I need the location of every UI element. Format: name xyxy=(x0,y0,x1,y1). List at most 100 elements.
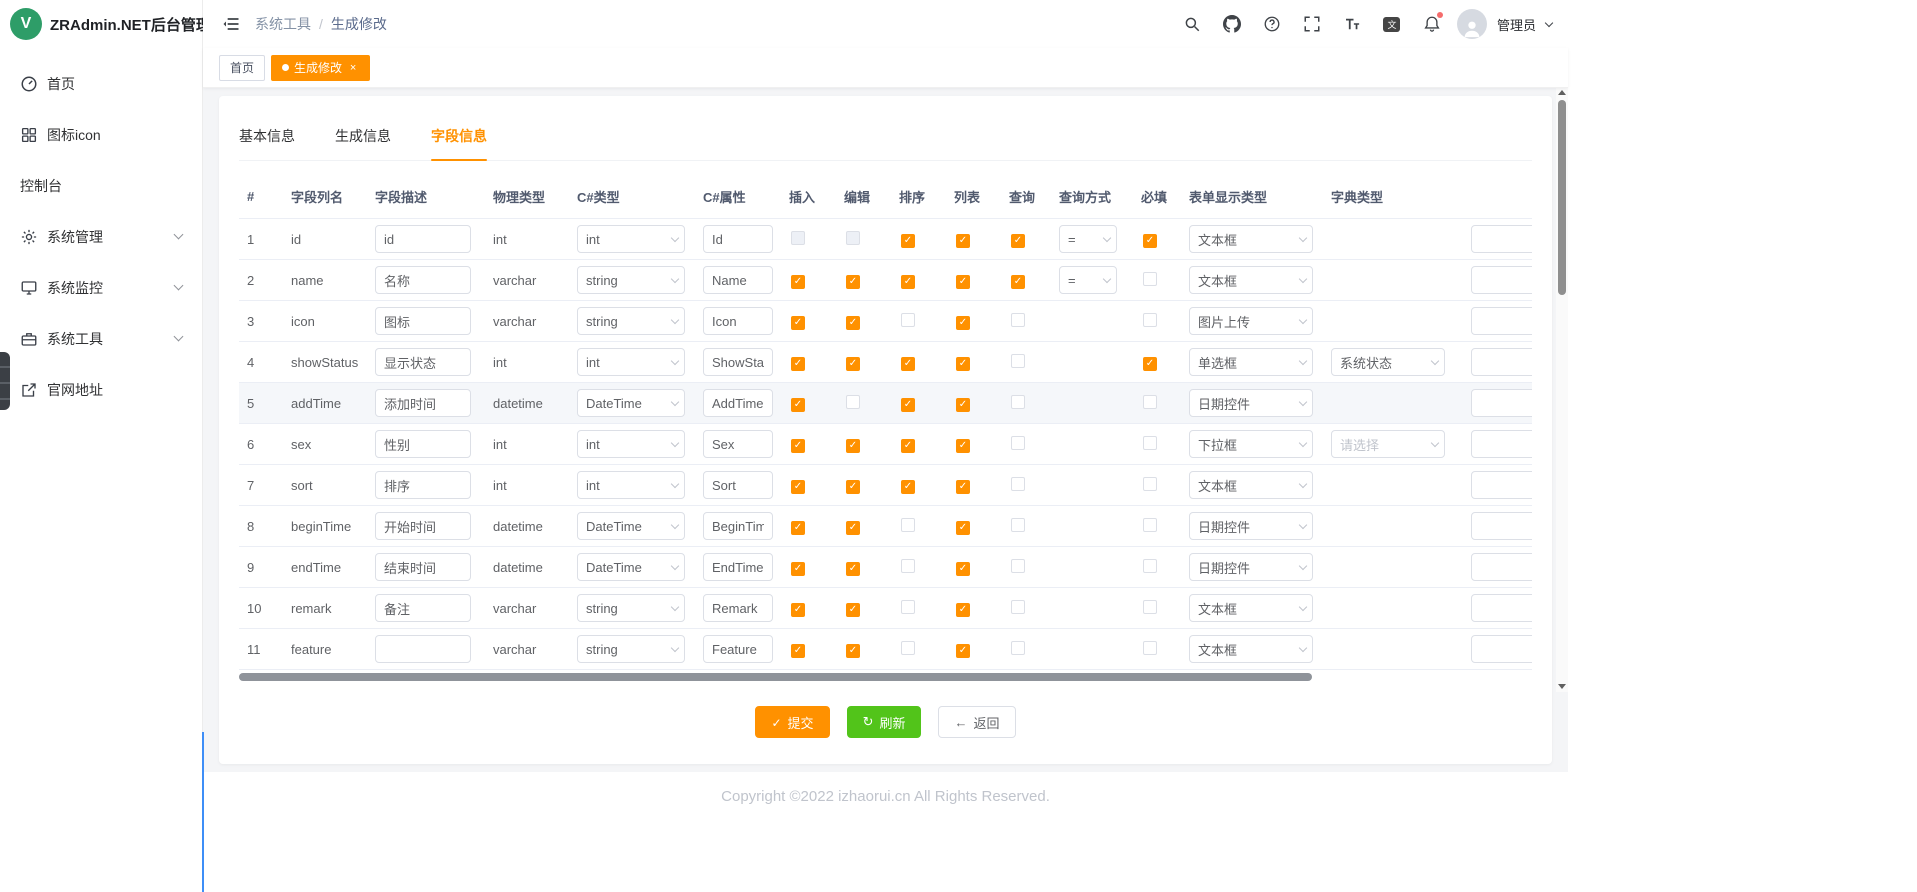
required-checkbox[interactable] xyxy=(1143,395,1157,409)
tag-home[interactable]: 首页 xyxy=(219,55,265,81)
query-checkbox[interactable] xyxy=(1011,436,1025,450)
display-type-select[interactable]: 单选框 xyxy=(1189,348,1313,376)
edit-checkbox[interactable]: ✓ xyxy=(846,644,860,658)
list-checkbox[interactable]: ✓ xyxy=(956,234,970,248)
csharp-property-input[interactable] xyxy=(703,471,773,499)
query-checkbox[interactable] xyxy=(1011,518,1025,532)
help-icon[interactable] xyxy=(1257,9,1287,39)
font-size-icon[interactable] xyxy=(1337,9,1367,39)
list-checkbox[interactable]: ✓ xyxy=(956,357,970,371)
edit-checkbox[interactable]: ✓ xyxy=(846,603,860,617)
list-checkbox[interactable]: ✓ xyxy=(956,562,970,576)
field-desc-input[interactable] xyxy=(375,635,471,663)
edit-checkbox[interactable]: ✓ xyxy=(846,562,860,576)
query-checkbox[interactable] xyxy=(1011,395,1025,409)
refresh-button[interactable]: 刷新 xyxy=(847,706,922,738)
insert-checkbox[interactable]: ✓ xyxy=(791,357,805,371)
settings-drawer-handle[interactable] xyxy=(0,352,10,410)
tab-generate-info[interactable]: 生成信息 xyxy=(335,116,391,160)
csharp-property-input[interactable] xyxy=(703,225,773,253)
sort-checkbox[interactable]: ✓ xyxy=(901,439,915,453)
close-icon[interactable] xyxy=(347,62,359,74)
csharp-type-select[interactable]: string xyxy=(577,594,685,622)
insert-checkbox[interactable]: ✓ xyxy=(791,480,805,494)
edit-checkbox[interactable]: ✓ xyxy=(846,439,860,453)
extra-input[interactable] xyxy=(1471,635,1532,663)
edit-checkbox[interactable] xyxy=(846,395,860,409)
sort-checkbox[interactable]: ✓ xyxy=(901,398,915,412)
bell-icon[interactable] xyxy=(1417,9,1447,39)
sort-checkbox[interactable] xyxy=(901,641,915,655)
edit-checkbox[interactable]: ✓ xyxy=(846,357,860,371)
required-checkbox[interactable] xyxy=(1143,518,1157,532)
sort-checkbox[interactable]: ✓ xyxy=(901,275,915,289)
insert-checkbox[interactable]: ✓ xyxy=(791,275,805,289)
display-type-select[interactable]: 文本框 xyxy=(1189,594,1313,622)
edit-checkbox[interactable] xyxy=(846,231,860,245)
extra-input[interactable] xyxy=(1471,307,1532,335)
csharp-type-select[interactable]: DateTime xyxy=(577,512,685,540)
extra-input[interactable] xyxy=(1471,225,1532,253)
edit-checkbox[interactable]: ✓ xyxy=(846,316,860,330)
query-checkbox[interactable]: ✓ xyxy=(1011,234,1025,248)
app-logo[interactable]: V ZRAdmin.NET后台管理 xyxy=(0,0,202,48)
insert-checkbox[interactable]: ✓ xyxy=(791,316,805,330)
field-desc-input[interactable] xyxy=(375,266,471,294)
field-desc-input[interactable] xyxy=(375,307,471,335)
required-checkbox[interactable] xyxy=(1143,272,1157,286)
extra-input[interactable] xyxy=(1471,512,1532,540)
extra-input[interactable] xyxy=(1471,594,1532,622)
list-checkbox[interactable]: ✓ xyxy=(956,439,970,453)
tab-basic-info[interactable]: 基本信息 xyxy=(239,116,295,160)
extra-input[interactable] xyxy=(1471,389,1532,417)
display-type-select[interactable]: 日期控件 xyxy=(1189,389,1313,417)
csharp-property-input[interactable] xyxy=(703,430,773,458)
field-desc-input[interactable] xyxy=(375,594,471,622)
sidebar-item-system-monitor[interactable]: 系统监控 xyxy=(0,262,202,313)
sidebar-item-official-site[interactable]: 官网地址 xyxy=(0,364,202,415)
scroll-down-arrow[interactable] xyxy=(1556,680,1568,692)
csharp-type-select[interactable]: int xyxy=(577,430,685,458)
query-checkbox[interactable] xyxy=(1011,313,1025,327)
edit-checkbox[interactable]: ✓ xyxy=(846,521,860,535)
dict-type-select[interactable]: 请选择 xyxy=(1331,430,1445,458)
insert-checkbox[interactable]: ✓ xyxy=(791,603,805,617)
csharp-type-select[interactable]: int xyxy=(577,348,685,376)
display-type-select[interactable]: 日期控件 xyxy=(1189,512,1313,540)
required-checkbox[interactable] xyxy=(1143,436,1157,450)
extra-input[interactable] xyxy=(1471,471,1532,499)
fullscreen-icon[interactable] xyxy=(1297,9,1327,39)
edit-checkbox[interactable]: ✓ xyxy=(846,275,860,289)
required-checkbox[interactable]: ✓ xyxy=(1143,234,1157,248)
tag-active[interactable]: 生成修改 xyxy=(271,55,370,81)
field-desc-input[interactable] xyxy=(375,512,471,540)
sort-checkbox[interactable] xyxy=(901,313,915,327)
required-checkbox[interactable] xyxy=(1143,559,1157,573)
csharp-type-select[interactable]: string xyxy=(577,307,685,335)
list-checkbox[interactable]: ✓ xyxy=(956,603,970,617)
list-checkbox[interactable]: ✓ xyxy=(956,275,970,289)
csharp-property-input[interactable] xyxy=(703,512,773,540)
csharp-property-input[interactable] xyxy=(703,348,773,376)
display-type-select[interactable]: 文本框 xyxy=(1189,471,1313,499)
query-method-select[interactable]: = xyxy=(1059,225,1117,253)
list-checkbox[interactable]: ✓ xyxy=(956,480,970,494)
list-checkbox[interactable]: ✓ xyxy=(956,644,970,658)
csharp-property-input[interactable] xyxy=(703,389,773,417)
extra-input[interactable] xyxy=(1471,430,1532,458)
field-desc-input[interactable] xyxy=(375,348,471,376)
field-desc-input[interactable] xyxy=(375,553,471,581)
sort-checkbox[interactable]: ✓ xyxy=(901,480,915,494)
horizontal-scrollbar-thumb[interactable] xyxy=(239,673,1312,681)
list-checkbox[interactable]: ✓ xyxy=(956,521,970,535)
sidebar-item-system-admin[interactable]: 系统管理 xyxy=(0,211,202,262)
insert-checkbox[interactable]: ✓ xyxy=(791,398,805,412)
list-checkbox[interactable]: ✓ xyxy=(956,398,970,412)
field-desc-input[interactable] xyxy=(375,225,471,253)
sidebar-item-console[interactable]: 控制台 xyxy=(0,160,202,211)
sort-checkbox[interactable] xyxy=(901,559,915,573)
sidebar-collapse-icon[interactable] xyxy=(215,8,247,40)
csharp-type-select[interactable]: string xyxy=(577,635,685,663)
search-icon[interactable] xyxy=(1177,9,1207,39)
sort-checkbox[interactable] xyxy=(901,518,915,532)
